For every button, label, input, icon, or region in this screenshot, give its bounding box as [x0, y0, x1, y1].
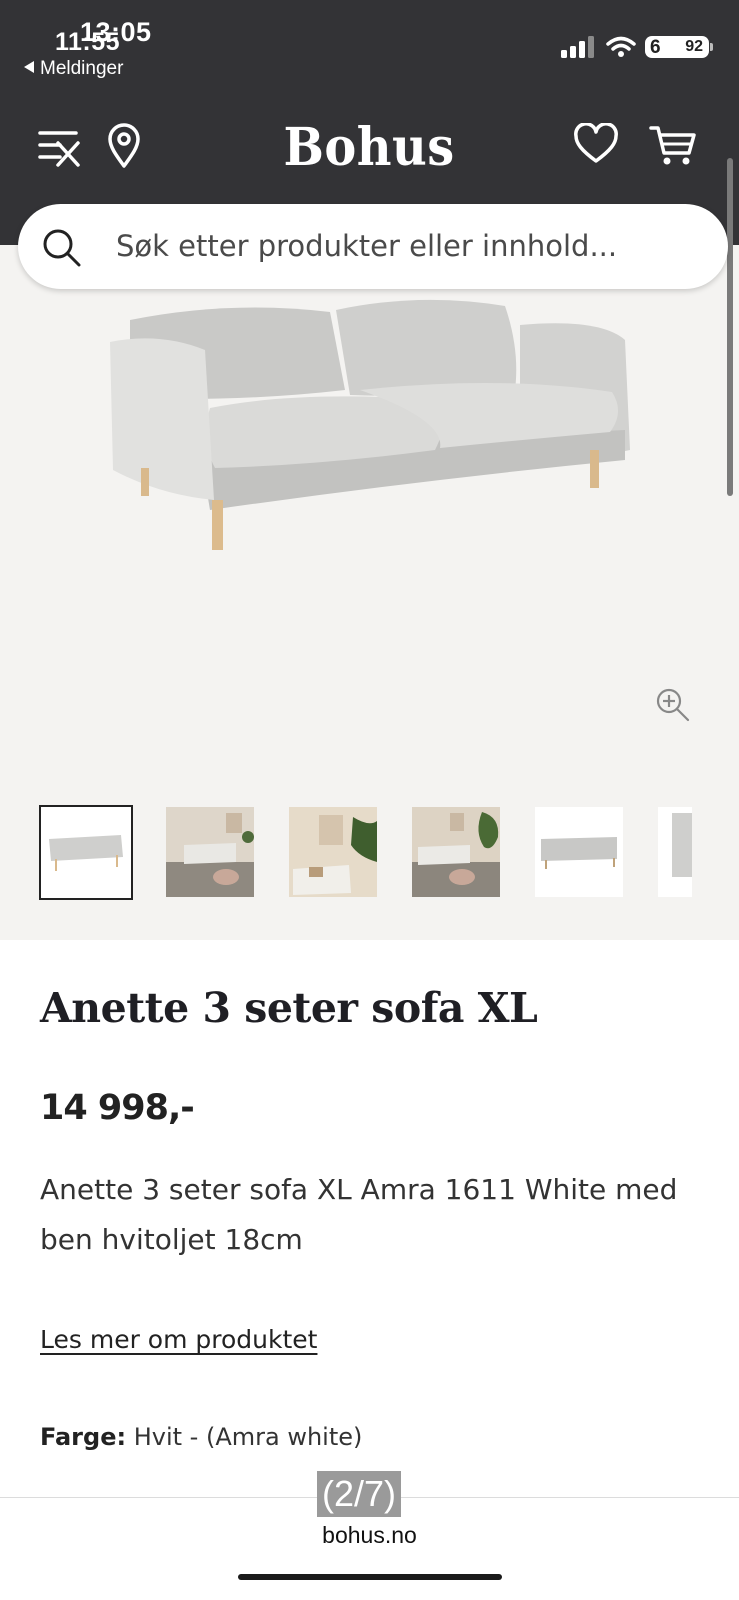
product-title: Anette 3 seter sofa XL	[40, 984, 538, 1032]
home-indicator[interactable]	[238, 1574, 502, 1580]
back-to-app-link[interactable]: Meldinger	[24, 58, 123, 80]
color-value: Hvit - (Amra white)	[133, 1423, 363, 1451]
thumbnail-2[interactable]	[166, 807, 254, 897]
thumbnail-4[interactable]	[412, 807, 500, 897]
color-label: Farge:	[40, 1423, 127, 1451]
thumbnail-5[interactable]	[535, 807, 623, 897]
page-counter: (2/7)	[317, 1471, 402, 1517]
thumbnail-1[interactable]	[39, 805, 133, 900]
battery-overlay-digit: 6	[650, 37, 661, 58]
search-input[interactable]	[116, 222, 706, 270]
bohus-logo[interactable]: Bohus	[0, 117, 739, 178]
status-indicators: 6 92	[561, 36, 713, 58]
back-app-label: Meldinger	[40, 58, 124, 79]
nav-bar: Bohus	[0, 115, 739, 180]
product-main-image[interactable]	[0, 290, 739, 620]
heart-icon[interactable]	[573, 123, 619, 165]
battery-level: 92	[685, 38, 703, 55]
status-bar: 11:55 13:05 Meldinger 6 92	[0, 0, 739, 90]
search-bar[interactable]	[18, 204, 728, 289]
search-icon	[42, 228, 82, 272]
signal-icon	[561, 36, 594, 58]
page: 11:55 13:05 Meldinger 6 92 Bohus Søk ett…	[0, 0, 739, 1600]
product-description: Anette 3 seter sofa XL Amra 1611 White m…	[40, 1173, 678, 1256]
battery-indicator: 6 92	[645, 36, 713, 58]
status-time-overlay: 13:05	[80, 17, 152, 47]
read-more-link[interactable]: Les mer om produktet	[40, 1325, 317, 1354]
product-price: 14 998,-	[40, 1088, 195, 1128]
thumbnail-3[interactable]	[289, 807, 377, 897]
cart-icon[interactable]	[649, 123, 697, 167]
wifi-icon	[606, 36, 636, 57]
back-arrow-icon	[24, 61, 34, 73]
logo-text: Bohus	[283, 117, 456, 178]
thumbnail-strip	[0, 805, 739, 905]
page-scrollbar[interactable]	[727, 158, 733, 496]
product-image-gallery	[0, 245, 739, 940]
zoom-in-icon[interactable]	[655, 687, 691, 727]
color-selector[interactable]: Farge: Hvit - (Amra white)	[40, 1423, 362, 1451]
browser-domain[interactable]: bohus.no	[0, 1522, 739, 1549]
thumbnail-6[interactable]	[658, 807, 692, 897]
battery-nub	[710, 43, 713, 51]
